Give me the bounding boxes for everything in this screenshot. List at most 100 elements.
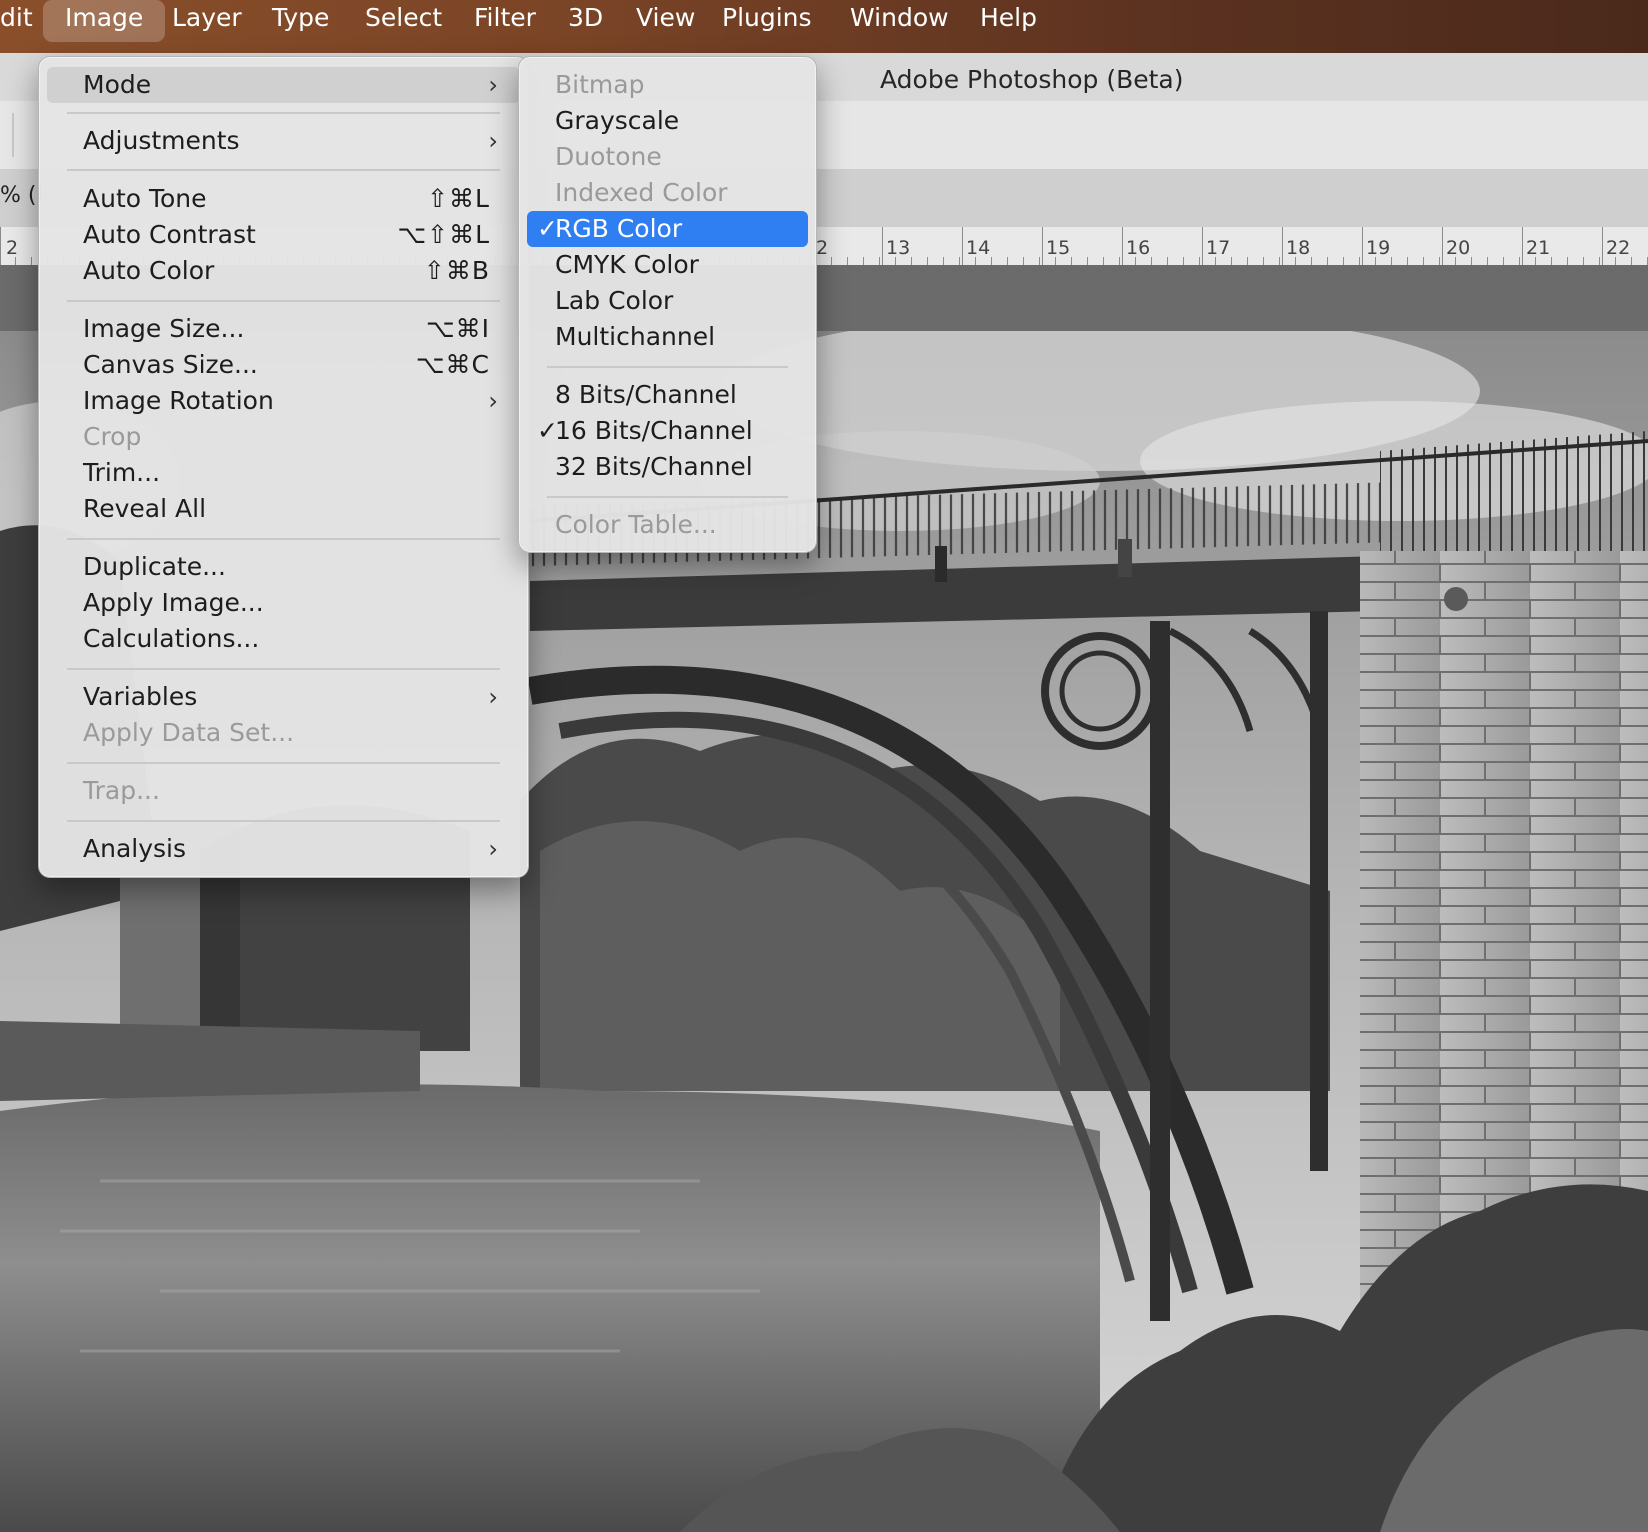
menu-image[interactable]: Image	[43, 0, 166, 42]
mode-item-bitmap[interactable]: Bitmap	[527, 67, 808, 103]
menu-item-label: Grayscale	[555, 106, 680, 135]
menu-item-label: Mode	[83, 70, 152, 99]
menu-item-mode[interactable]: Mode ›	[47, 67, 520, 103]
menu-item-label: Image Rotation	[83, 386, 274, 415]
menu-item-image-size[interactable]: Image Size... ⌥⌘I	[47, 311, 520, 347]
menu-separator	[67, 820, 500, 822]
mode-item-rgb-color[interactable]: ✓ RGB Color	[527, 211, 808, 247]
ruler-tick	[1362, 227, 1363, 265]
shortcut-label: ⌥⌘I	[425, 314, 490, 343]
menu-item-label: Calculations...	[83, 624, 260, 653]
menu-item-label: Variables	[83, 682, 198, 711]
menu-separator	[67, 538, 500, 540]
mode-item-duotone[interactable]: Duotone	[527, 139, 808, 175]
shortcut-label: ⌥⌘C	[415, 350, 490, 379]
menu-item-label: Trim...	[83, 458, 161, 487]
menu-item-image-rotation[interactable]: Image Rotation ›	[47, 383, 520, 419]
menu-type[interactable]: Type	[250, 0, 351, 42]
ruler-tick	[1122, 227, 1123, 265]
menu-item-label: Apply Data Set...	[83, 718, 295, 747]
menu-separator	[67, 112, 500, 114]
menu-item-label: Bitmap	[555, 70, 645, 99]
menu-item-analysis[interactable]: Analysis ›	[47, 831, 520, 867]
ruler-label: 13	[886, 237, 911, 259]
ruler-label: 16	[1126, 237, 1151, 259]
menu-item-label: RGB Color	[555, 214, 683, 243]
mode-item-cmyk-color[interactable]: CMYK Color	[527, 247, 808, 283]
menu-item-label: Duotone	[555, 142, 662, 171]
app-title: Adobe Photoshop (Beta)	[880, 65, 1184, 94]
menu-item-auto-color[interactable]: Auto Color ⇧⌘B	[47, 253, 520, 289]
ruler-tick	[962, 227, 963, 265]
mode-item-16-bits[interactable]: ✓ 16 Bits/Channel	[527, 413, 808, 449]
shortcut-label: ⇧⌘B	[423, 256, 490, 285]
ruler-tick	[1442, 227, 1443, 265]
mode-item-multichannel[interactable]: Multichannel	[527, 319, 808, 355]
menu-item-label: Auto Color	[83, 256, 215, 285]
menu-item-variables[interactable]: Variables ›	[47, 679, 520, 715]
menu-item-label: Auto Contrast	[83, 220, 256, 249]
menu-item-label: Apply Image...	[83, 588, 264, 617]
menu-separator	[547, 496, 788, 498]
menu-item-crop[interactable]: Crop	[47, 419, 520, 455]
mode-item-32-bits[interactable]: 32 Bits/Channel	[527, 449, 808, 485]
ruler-tick	[1042, 227, 1043, 265]
menu-select[interactable]: Select	[343, 0, 464, 42]
menu-plugins[interactable]: Plugins	[700, 0, 834, 42]
mode-item-color-table[interactable]: Color Table...	[527, 507, 808, 543]
ruler-tick	[1602, 227, 1603, 265]
menu-bar: dit Image Layer Type Select Filter 3D Vi…	[0, 0, 1648, 53]
ruler-label: 21	[1526, 237, 1551, 259]
ruler-tick	[1522, 227, 1523, 265]
ruler-label: 22	[1606, 237, 1631, 259]
menu-item-label: Auto Tone	[83, 184, 207, 213]
image-menu: Mode › Adjustments › Auto Tone ⇧⌘L Auto …	[38, 56, 529, 878]
menu-item-label: Lab Color	[555, 286, 674, 315]
ruler-tick	[1202, 227, 1203, 265]
chevron-right-icon: ›	[488, 127, 498, 155]
ruler-label: 14	[966, 237, 991, 259]
ruler-tick	[0, 227, 1, 265]
menu-filter[interactable]: Filter	[452, 0, 558, 42]
menu-item-label: Canvas Size...	[83, 350, 258, 379]
menu-item-label: 8 Bits/Channel	[555, 380, 737, 409]
shortcut-label: ⌥⇧⌘L	[397, 220, 490, 249]
menu-window[interactable]: Window	[828, 0, 971, 42]
menu-item-apply-data-set[interactable]: Apply Data Set...	[47, 715, 520, 751]
ruler-label: 19	[1366, 237, 1391, 259]
mode-item-8-bits[interactable]: 8 Bits/Channel	[527, 377, 808, 413]
menu-item-auto-contrast[interactable]: Auto Contrast ⌥⇧⌘L	[47, 217, 520, 253]
menu-item-canvas-size[interactable]: Canvas Size... ⌥⌘C	[47, 347, 520, 383]
ruler-tick	[882, 227, 883, 265]
menu-item-label: Trap...	[83, 776, 160, 805]
menu-item-label: Reveal All	[83, 494, 207, 523]
menu-help[interactable]: Help	[958, 0, 1059, 42]
menu-separator	[67, 762, 500, 764]
mode-item-grayscale[interactable]: Grayscale	[527, 103, 808, 139]
mode-item-indexed-color[interactable]: Indexed Color	[527, 175, 808, 211]
menu-separator	[547, 366, 788, 368]
menu-item-adjustments[interactable]: Adjustments ›	[47, 123, 520, 159]
ruler-label: 15	[1046, 237, 1071, 259]
menu-item-label: Crop	[83, 422, 142, 451]
menu-item-label: 32 Bits/Channel	[555, 452, 753, 481]
menu-item-label: Color Table...	[555, 510, 717, 539]
menu-layer[interactable]: Layer	[150, 0, 264, 42]
ruler-label: 18	[1286, 237, 1311, 259]
chevron-right-icon: ›	[488, 71, 498, 99]
chevron-right-icon: ›	[488, 683, 498, 711]
menu-item-apply-image[interactable]: Apply Image...	[47, 585, 520, 621]
menu-item-trap[interactable]: Trap...	[47, 773, 520, 809]
ruler-label: 20	[1446, 237, 1471, 259]
menu-item-reveal-all[interactable]: Reveal All	[47, 491, 520, 527]
menu-item-label: Analysis	[83, 834, 187, 863]
ruler-tick	[1282, 227, 1283, 265]
menu-item-duplicate[interactable]: Duplicate...	[47, 549, 520, 585]
ruler-label: 2	[816, 237, 829, 259]
shortcut-label: ⇧⌘L	[427, 184, 490, 213]
document-tab[interactable]: % (I	[0, 183, 43, 208]
menu-item-auto-tone[interactable]: Auto Tone ⇧⌘L	[47, 181, 520, 217]
menu-item-trim[interactable]: Trim...	[47, 455, 520, 491]
menu-item-calculations[interactable]: Calculations...	[47, 621, 520, 657]
mode-item-lab-color[interactable]: Lab Color	[527, 283, 808, 319]
